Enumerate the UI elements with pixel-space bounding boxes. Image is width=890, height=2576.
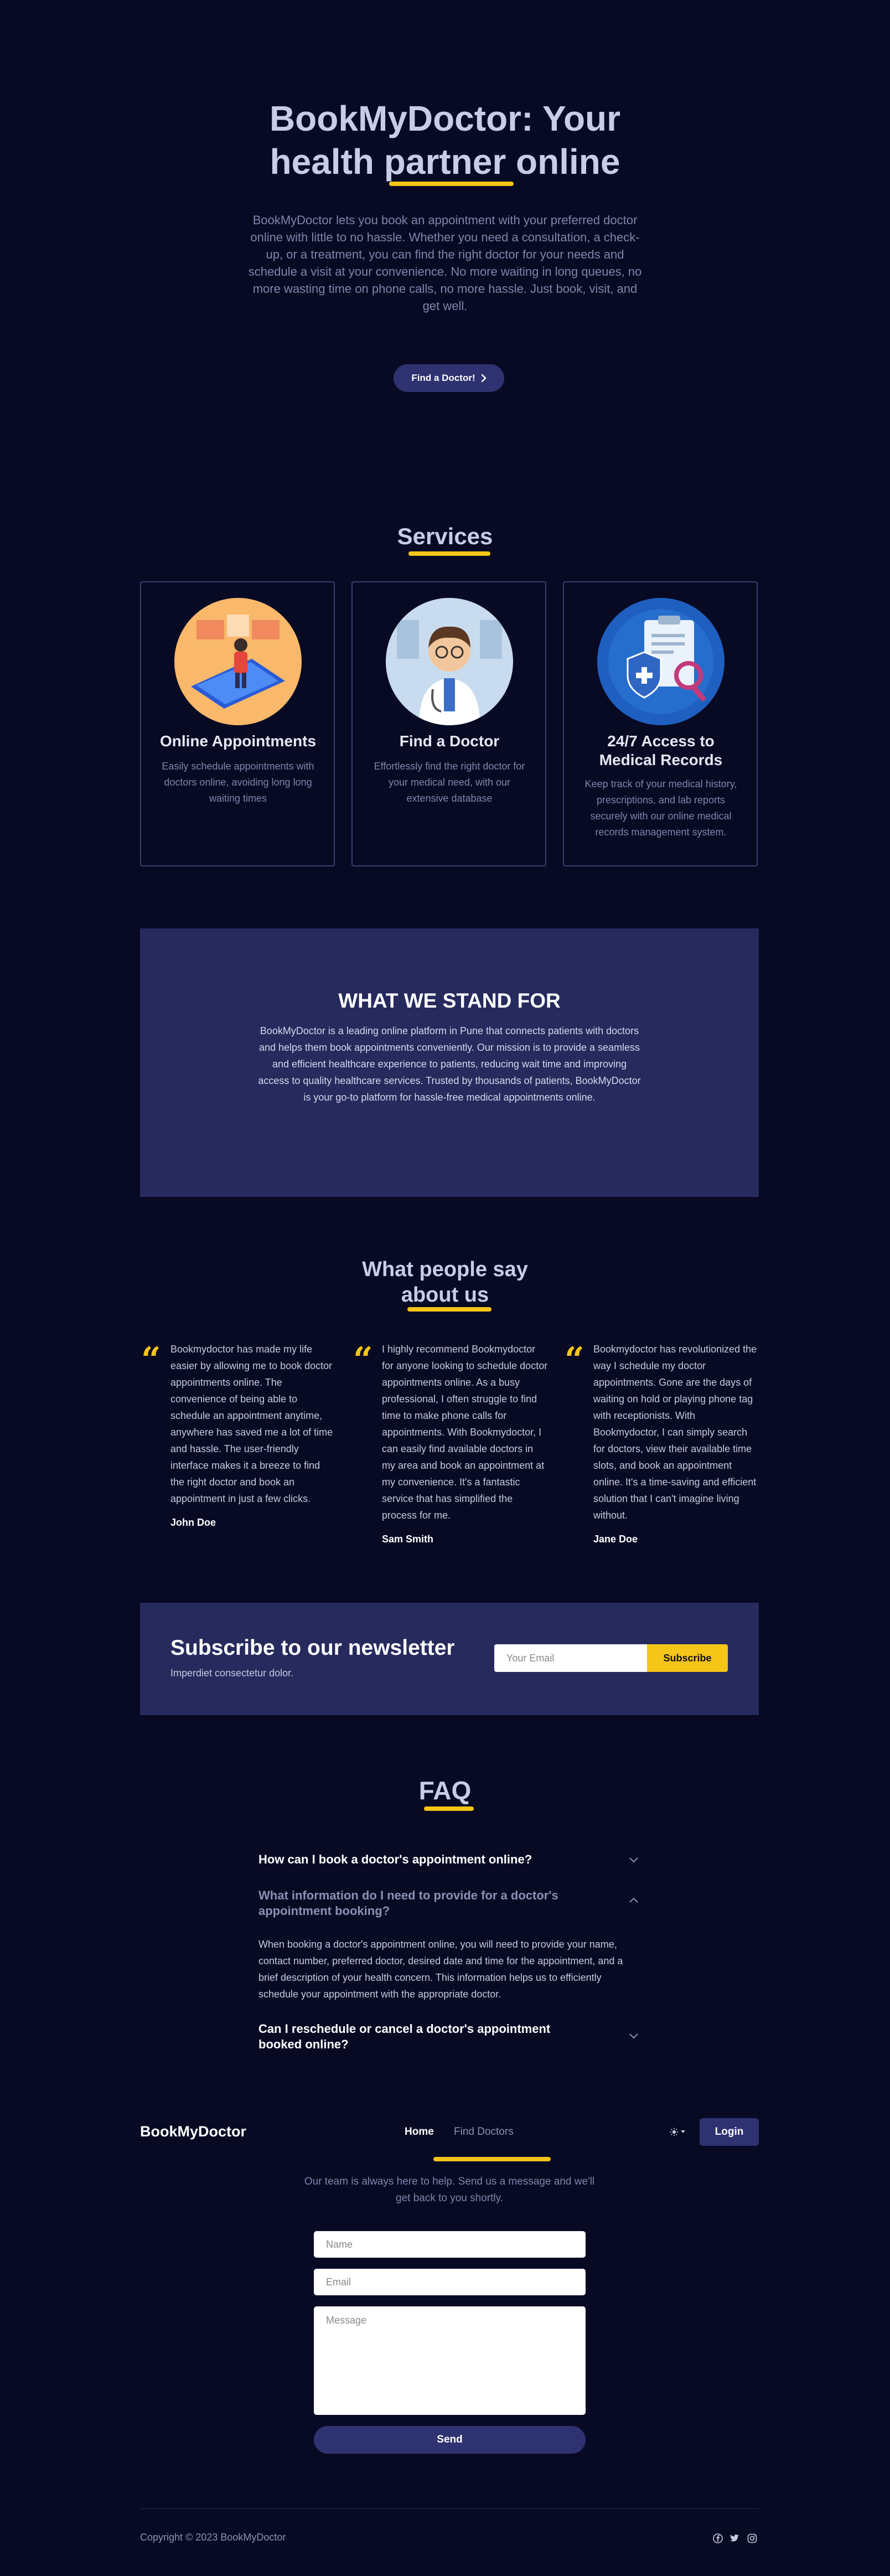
stand-for-section: WHAT WE STAND FOR BookMyDoctor is a lead…: [140, 928, 759, 1197]
name-input[interactable]: Name: [314, 2231, 586, 2258]
email-input[interactable]: Email: [314, 2269, 586, 2295]
service-card-online-appointments: Online Appointments Easily schedule appo…: [140, 581, 335, 866]
service-description: Effortlessly find the right doctor for y…: [374, 761, 525, 804]
chevron-down-icon[interactable]: [627, 2028, 641, 2043]
find-doctor-button[interactable]: Find a Doctor!: [394, 364, 504, 392]
chevron-down-icon[interactable]: [627, 1852, 641, 1867]
hero-title: BookMyDoctor: Your health partner online: [269, 99, 621, 182]
stand-for-title: WHAT WE STAND FOR: [338, 989, 561, 1012]
faq-question[interactable]: What information do I need to provide fo…: [258, 1888, 579, 1919]
testimonial-author: Sam Smith: [382, 1534, 434, 1545]
services-title-underline: [408, 551, 490, 556]
testimonials-title-underline: [407, 1307, 491, 1312]
medical-records-illustration: [597, 598, 725, 725]
online-appointments-illustration: [174, 598, 302, 725]
newsletter-section: Subscribe to our newsletter Imperdiet co…: [140, 1603, 759, 1715]
chevron-right-icon: [481, 374, 487, 382]
hero-highlight-underline: [389, 182, 514, 186]
service-title: 24/7 Access to Medical Records: [599, 732, 723, 768]
theme-toggle[interactable]: [670, 2125, 692, 2139]
twitter-icon[interactable]: [729, 2533, 739, 2543]
newsletter-title: Subscribe to our newsletter: [170, 1636, 455, 1660]
brand-logo[interactable]: BookMyDoctor: [140, 2123, 246, 2140]
quote-icon: “: [141, 1339, 161, 1380]
newsletter-email-input[interactable]: Your Email: [494, 1644, 647, 1672]
newsletter-subtitle: Imperdiet consectetur dolor.: [170, 1668, 294, 1679]
caret-down-icon: [681, 2130, 685, 2133]
nav-link-find-doctors[interactable]: Find Doctors: [454, 2126, 514, 2138]
service-card-find-doctor: Find a Doctor Effortlessly find the righ…: [351, 581, 546, 866]
hero-title-highlight: partner: [384, 142, 506, 182]
nav-link-home[interactable]: Home: [405, 2126, 434, 2138]
service-description: Keep track of your medical history, pres…: [584, 778, 737, 838]
testimonial-author: John Doe: [170, 1517, 216, 1528]
send-button[interactable]: Send: [314, 2426, 586, 2454]
faq-title-underline: [424, 1806, 474, 1811]
subscribe-button[interactable]: Subscribe: [647, 1644, 728, 1672]
testimonials-title: What people say about us: [362, 1258, 528, 1307]
service-title: Online Appointments: [159, 732, 317, 750]
copyright-text: Copyright © 2023 BookMyDoctor: [140, 2532, 286, 2543]
service-card-medical-records: 24/7 Access to Medical Records Keep trac…: [563, 581, 758, 866]
hero-description: BookMyDoctor lets you book an appointmen…: [248, 213, 642, 313]
login-button[interactable]: Login: [700, 2118, 759, 2146]
stand-for-description: BookMyDoctor is a leading online platfor…: [258, 1025, 641, 1103]
facebook-icon[interactable]: [713, 2533, 723, 2543]
footer-divider: [140, 2508, 759, 2509]
testimonial-text: Bookmydoctor has revolutionized the way …: [593, 1344, 757, 1521]
testimonial-text: Bookmydoctor has made my life easier by …: [170, 1344, 333, 1504]
message-textarea[interactable]: Message: [314, 2306, 586, 2415]
instagram-icon[interactable]: [747, 2533, 757, 2543]
service-title: Find a Doctor: [399, 732, 500, 750]
contact-divider-bar: [433, 2157, 551, 2161]
sun-icon: [670, 2128, 679, 2136]
service-description: Easily schedule appointments with doctor…: [162, 761, 314, 804]
quote-icon: “: [353, 1339, 373, 1380]
faq-title: FAQ: [418, 1776, 472, 1805]
faq-question[interactable]: Can I reschedule or cancel a doctor's ap…: [258, 2021, 579, 2052]
chevron-up-icon[interactable]: [627, 1893, 641, 1908]
quote-icon: “: [565, 1339, 584, 1380]
faq-answer: When booking a doctor's appointment onli…: [258, 1939, 623, 2000]
services-title: Services: [397, 523, 493, 549]
testimonial-text: I highly recommend Bookmydoctor for anyo…: [382, 1344, 548, 1521]
testimonial-author: Jane Doe: [593, 1534, 638, 1545]
doctor-illustration: [386, 598, 513, 725]
faq-question[interactable]: How can I book a doctor's appointment on…: [258, 1852, 579, 1867]
contact-description: Our team is always here to help. Send us…: [304, 2176, 595, 2204]
